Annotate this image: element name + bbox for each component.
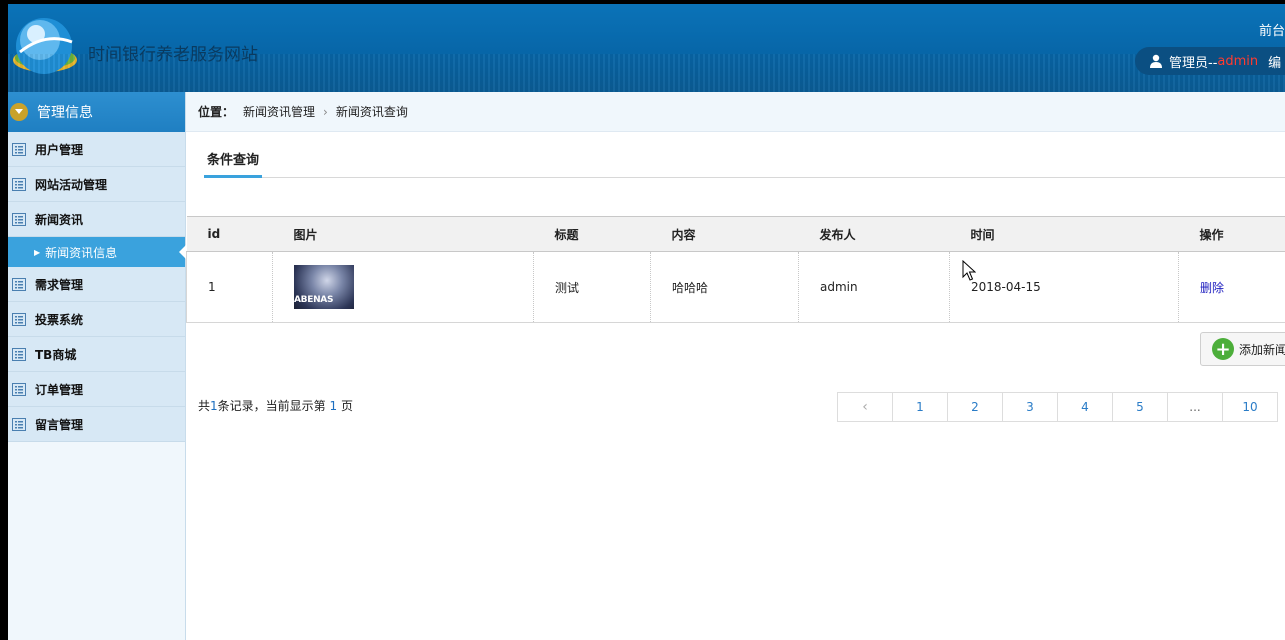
breadcrumb-label: 位置：	[198, 105, 235, 119]
page-button[interactable]: 3	[1002, 392, 1058, 422]
sidebar-item-label: 用户管理	[35, 142, 84, 157]
chevron-down-icon	[10, 103, 28, 121]
cell-publisher: admin	[798, 251, 950, 323]
sidebar-item-activities[interactable]: 网站活动管理	[8, 167, 185, 202]
cell-action: 删除	[1178, 251, 1285, 323]
sidebar-subitem-news-info[interactable]: ▶ 新闻资讯信息	[8, 237, 186, 267]
col-header-content: 内容	[650, 216, 799, 252]
prev-page-button[interactable]: ‹	[837, 392, 893, 422]
sidebar-item-demands[interactable]: 需求管理	[8, 267, 185, 302]
edit-link[interactable]: 编	[1268, 52, 1281, 71]
sidebar-item-messages[interactable]: 留言管理	[8, 407, 185, 442]
app-window: 时间银行养老服务网站 前台 管理员-- admin 编 管理信息 用户管理 网站…	[8, 4, 1285, 640]
tab-bar: 条件查询	[204, 149, 1285, 178]
pagination: ‹ 1 2 3 4 5 ... 10	[837, 392, 1278, 422]
page-ellipsis: ...	[1167, 392, 1223, 422]
sidebar-item-shop[interactable]: TB商城	[8, 337, 185, 372]
cell-content: 哈哈哈	[650, 251, 799, 323]
thumbnail-text: ABENAS	[294, 295, 334, 305]
add-news-button[interactable]: + 添加新闻	[1200, 332, 1285, 366]
main-content: 位置： 新闻资讯管理 › 新闻资讯查询 条件查询 id 图片 标题 内容 发布人…	[186, 92, 1285, 640]
list-icon	[12, 382, 26, 396]
plus-icon: +	[1212, 338, 1234, 360]
sidebar-header[interactable]: 管理信息	[8, 92, 185, 132]
site-title: 时间银行养老服务网站	[88, 45, 258, 65]
news-thumbnail: ABENAS	[294, 265, 354, 309]
col-header-time: 时间	[949, 216, 1179, 252]
list-icon	[12, 277, 26, 291]
table-header-row: id 图片 标题 内容 发布人 时间 操作	[186, 216, 1285, 252]
current-page: 1	[329, 399, 338, 413]
caret-right-icon: ▶	[34, 247, 41, 257]
page-button[interactable]: 10	[1222, 392, 1278, 422]
tab-condition-query[interactable]: 条件查询	[204, 149, 263, 178]
sidebar-header-label: 管理信息	[37, 105, 93, 121]
sidebar-item-label: 需求管理	[35, 277, 84, 292]
user-info: 管理员-- admin 编	[1135, 47, 1285, 75]
breadcrumb-level2[interactable]: 新闻资讯查询	[336, 103, 408, 120]
page-button[interactable]: 1	[892, 392, 948, 422]
col-header-title: 标题	[533, 216, 651, 252]
sidebar-item-voting[interactable]: 投票系统	[8, 302, 185, 337]
table-row: 1 ABENAS 测试 哈哈哈 admin 2018-04-15 删除	[186, 251, 1285, 323]
page-button[interactable]: 4	[1057, 392, 1113, 422]
user-name: admin	[1217, 53, 1259, 69]
delete-link[interactable]: 删除	[1200, 281, 1224, 295]
summary-suffix: 页	[340, 399, 353, 413]
page-button[interactable]: 5	[1112, 392, 1168, 422]
record-summary: 共1条记录，当前显示第 1 页	[198, 397, 353, 414]
list-icon	[12, 347, 26, 361]
sidebar-subitem-label: 新闻资讯信息	[45, 245, 118, 260]
summary-middle: 条记录，当前显示第	[217, 399, 326, 413]
col-header-id: id	[186, 216, 273, 252]
news-table: id 图片 标题 内容 发布人 时间 操作 1 ABENAS 测试 哈哈哈 ad…	[186, 216, 1285, 323]
col-header-publisher: 发布人	[798, 216, 950, 252]
sidebar-item-news[interactable]: 新闻资讯	[8, 202, 185, 237]
col-header-action: 操作	[1178, 216, 1285, 252]
user-role: 管理员--	[1169, 55, 1218, 71]
add-news-label: 添加新闻	[1239, 342, 1285, 357]
frontend-link[interactable]: 前台	[1259, 20, 1285, 39]
breadcrumb-level1[interactable]: 新闻资讯管理	[243, 103, 315, 120]
list-icon	[12, 212, 26, 226]
cell-title: 测试	[533, 251, 651, 323]
cell-image: ABENAS	[272, 251, 534, 323]
header-bar: 时间银行养老服务网站 前台 管理员-- admin 编	[8, 4, 1285, 92]
col-header-image: 图片	[272, 216, 534, 252]
sidebar-item-users[interactable]: 用户管理	[8, 132, 185, 167]
list-icon	[12, 177, 26, 191]
user-icon	[1150, 54, 1162, 68]
sidebar-item-label: 留言管理	[35, 417, 84, 432]
cell-time: 2018-04-15	[949, 251, 1179, 323]
record-count: 1	[210, 399, 218, 413]
list-icon	[12, 312, 26, 326]
breadcrumb: 位置： 新闻资讯管理 › 新闻资讯查询	[186, 92, 1285, 132]
sidebar-item-label: 网站活动管理	[35, 177, 108, 192]
list-icon	[12, 417, 26, 431]
page-button[interactable]: 2	[947, 392, 1003, 422]
breadcrumb-separator: ›	[323, 104, 328, 119]
sidebar-item-label: TB商城	[35, 347, 77, 362]
globe-logo-icon	[13, 18, 77, 74]
mouse-cursor-icon	[962, 260, 976, 281]
sidebar: 管理信息 用户管理 网站活动管理 新闻资讯 ▶ 新闻资讯信息 需求管理 投票系统	[8, 92, 186, 640]
sidebar-item-label: 投票系统	[35, 312, 84, 327]
sidebar-item-label: 订单管理	[35, 382, 84, 397]
list-icon	[12, 142, 26, 156]
summary-prefix: 共	[198, 399, 211, 413]
sidebar-item-orders[interactable]: 订单管理	[8, 372, 185, 407]
cell-id: 1	[186, 251, 273, 323]
sidebar-item-label: 新闻资讯	[35, 212, 84, 227]
